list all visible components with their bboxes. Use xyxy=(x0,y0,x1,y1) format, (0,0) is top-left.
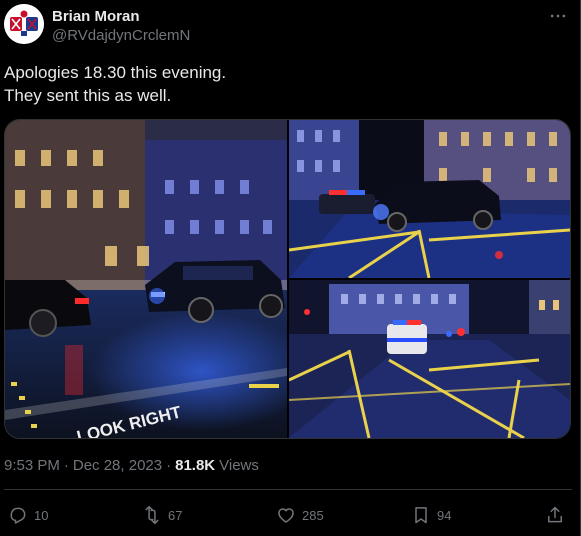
photo-street-top-right-image xyxy=(289,120,570,278)
meta-separator-2: · xyxy=(166,456,172,474)
tweet-meta: 9:53 PM · Dec 28, 2023 · 81.8K Views xyxy=(4,455,259,475)
tweet-text-line-1: Apologies 18.30 this evening. xyxy=(4,63,227,82)
photo-street-top-right[interactable] xyxy=(289,120,570,278)
action-bar: 10 67 285 94 xyxy=(0,500,581,530)
heart-icon xyxy=(278,508,294,523)
views-label: Views xyxy=(219,456,259,474)
tweet-text: Apologies 18.30 this evening. They sent … xyxy=(4,61,564,107)
tweet-time[interactable]: 9:53 PM xyxy=(4,457,60,474)
reply-button[interactable]: 10 xyxy=(8,500,48,530)
reply-count: 10 xyxy=(34,507,49,523)
repost-count: 67 xyxy=(168,507,183,523)
more-horizontal-icon xyxy=(550,14,566,18)
bookmark-icon xyxy=(415,507,427,524)
like-button[interactable]: 285 xyxy=(276,500,324,530)
photo-street-left[interactable]: LOOK RIGHT xyxy=(5,120,287,438)
tweet-card[interactable]: Brian Moran @RVdajdynCrclemN Apologies 1… xyxy=(0,0,581,536)
media-grid: LOOK RIGHT xyxy=(4,119,571,439)
reply-icon xyxy=(10,507,26,524)
repost-button[interactable]: 67 xyxy=(142,500,182,530)
more-options-button[interactable] xyxy=(544,4,572,28)
photo-street-left-image: LOOK RIGHT xyxy=(5,120,287,438)
repost-icon xyxy=(145,505,159,525)
author-handle[interactable]: @RVdajdynCrclemN xyxy=(52,27,190,44)
author-display-name[interactable]: Brian Moran xyxy=(52,8,140,25)
share-icon xyxy=(548,506,562,523)
tweet-date[interactable]: Dec 28, 2023 xyxy=(73,457,162,474)
divider xyxy=(4,489,572,490)
avatar-crest-icon xyxy=(4,4,44,44)
share-button[interactable] xyxy=(545,500,571,530)
photo-street-bottom-right[interactable] xyxy=(289,280,570,438)
tweet-header: Brian Moran @RVdajdynCrclemN xyxy=(4,4,576,48)
tweet-text-line-2: They sent this as well. xyxy=(4,86,172,105)
like-count: 285 xyxy=(302,507,324,523)
bookmark-button[interactable]: 94 xyxy=(411,500,451,530)
avatar[interactable] xyxy=(4,4,44,44)
views-count: 81.8K xyxy=(175,456,216,474)
photo-street-bottom-right-image xyxy=(289,280,570,438)
meta-separator: · xyxy=(63,456,69,474)
bookmark-count: 94 xyxy=(437,507,452,523)
